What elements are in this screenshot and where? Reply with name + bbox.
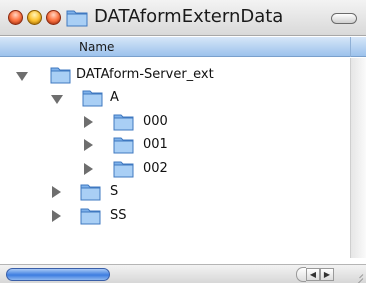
list-item[interactable]: DATAform-Server_ext xyxy=(0,63,350,87)
item-label: 002 xyxy=(143,161,168,176)
disclosure-triangle-open-icon[interactable] xyxy=(51,95,63,104)
folder-icon xyxy=(113,114,134,131)
minimize-button[interactable] xyxy=(27,10,42,25)
window-title: DATAformExternData xyxy=(94,6,284,27)
folder-icon xyxy=(82,90,103,107)
title-bar[interactable]: DATAformExternData xyxy=(0,0,366,36)
item-label: 000 xyxy=(143,114,168,129)
disclosure-triangle-open-icon[interactable] xyxy=(16,72,28,81)
list-item[interactable]: 002 xyxy=(0,157,350,181)
list-item[interactable]: SS xyxy=(0,204,350,228)
zoom-button[interactable] xyxy=(46,10,61,25)
item-label: S xyxy=(110,184,119,199)
item-label: 001 xyxy=(143,137,168,152)
folder-icon xyxy=(113,161,134,178)
item-label: A xyxy=(110,90,119,105)
disclosure-triangle-closed-icon[interactable] xyxy=(52,186,61,198)
close-button[interactable] xyxy=(8,10,23,25)
list-item[interactable]: A xyxy=(0,86,350,110)
list-item[interactable]: S xyxy=(0,180,350,204)
disclosure-triangle-closed-icon[interactable] xyxy=(84,116,93,128)
item-label: SS xyxy=(110,208,127,223)
scroll-right-arrow-icon[interactable]: ▶ xyxy=(320,268,334,281)
item-label: DATAform-Server_ext xyxy=(76,67,214,82)
resize-grip-icon[interactable] xyxy=(350,264,366,283)
disclosure-triangle-closed-icon[interactable] xyxy=(52,210,61,222)
finder-window: DATAformExternData Name DATAform-Server_… xyxy=(0,0,366,283)
column-divider xyxy=(350,37,351,57)
list-item[interactable]: 001 xyxy=(0,133,350,157)
folder-icon xyxy=(66,10,88,27)
file-list: DATAform-Server_ext A 000 001 002 S SS xyxy=(0,58,350,258)
column-header[interactable]: Name xyxy=(0,37,366,57)
folder-icon xyxy=(50,67,71,84)
disclosure-triangle-closed-icon[interactable] xyxy=(84,163,93,175)
list-item[interactable]: 000 xyxy=(0,110,350,134)
horizontal-scrollbar[interactable]: ◀ ▶ xyxy=(0,264,350,283)
toolbar-toggle-button[interactable] xyxy=(331,13,357,24)
disclosure-triangle-closed-icon[interactable] xyxy=(84,139,93,151)
folder-icon xyxy=(80,184,101,201)
name-column-header[interactable]: Name xyxy=(79,40,114,54)
scroll-left-arrow-icon[interactable]: ◀ xyxy=(306,268,320,281)
horizontal-scroll-thumb[interactable] xyxy=(6,268,110,281)
folder-icon xyxy=(80,208,101,225)
vertical-scrollbar[interactable] xyxy=(350,58,366,258)
scroll-track-end xyxy=(296,267,306,282)
folder-icon xyxy=(113,137,134,154)
